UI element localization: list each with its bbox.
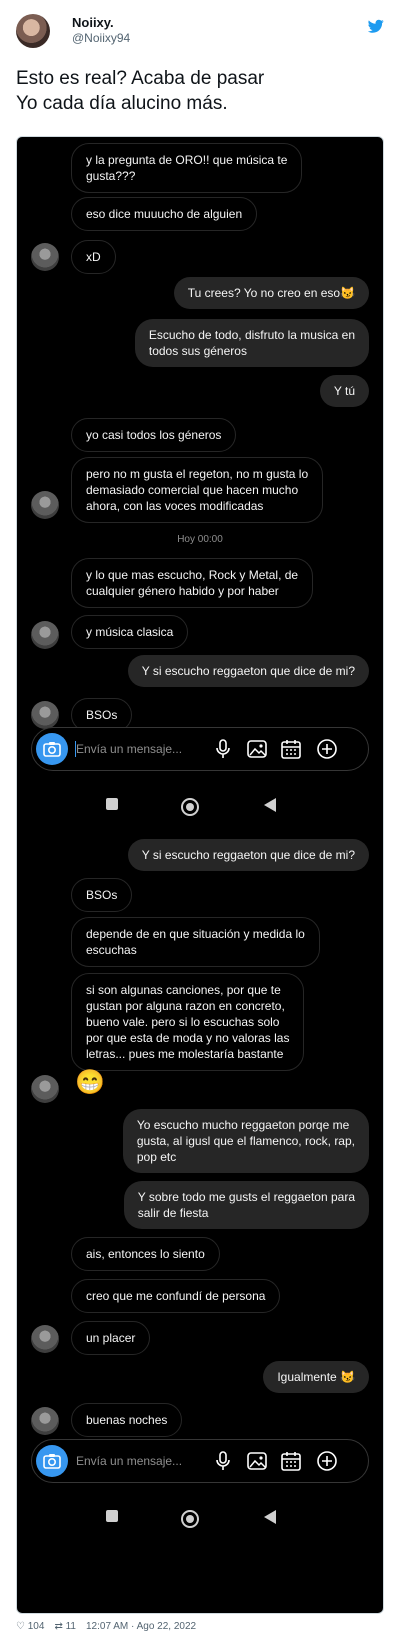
message-bubble: Y sobre todo me gusts el reggaeton para … xyxy=(123,1181,369,1229)
home-icon[interactable] xyxy=(180,1509,200,1529)
tweet-text-line: Yo cada día alucino más. xyxy=(16,93,228,114)
android-navbar xyxy=(17,787,383,827)
back-icon[interactable] xyxy=(263,1509,277,1525)
sender-avatar xyxy=(31,1325,59,1353)
sender-avatar xyxy=(31,621,59,649)
message-composer[interactable]: Envía un mensaje... xyxy=(31,1439,369,1483)
message-bubble: ais, entonces lo siento xyxy=(71,1237,220,1271)
dm-screenshot[interactable]: y la pregunta de ORO!! que música te gus… xyxy=(16,136,384,1614)
calendar-icon[interactable] xyxy=(280,1450,302,1472)
recent-apps-icon[interactable] xyxy=(105,797,119,811)
message-bubble: y lo que mas escucho, Rock y Metal, de c… xyxy=(71,558,314,608)
message-bubble: Yo escucho mucho reggaeton porqe me gust… xyxy=(122,1109,369,1173)
message-bubble: creo que me confundí de persona xyxy=(71,1279,281,1313)
message-bubble: un placer xyxy=(71,1321,151,1355)
author-name[interactable]: Noiixy. xyxy=(72,15,114,30)
add-icon[interactable] xyxy=(316,738,338,760)
tweet-timestamp[interactable]: 12:07 AM · Ago 22, 2022 xyxy=(86,1621,196,1632)
message-bubble: y música clasica xyxy=(71,615,189,649)
message-bubble: BSOs xyxy=(71,878,133,912)
message-bubble: yo casi todos los géneros xyxy=(71,418,237,452)
sender-avatar xyxy=(31,701,59,729)
sender-avatar xyxy=(31,1075,59,1103)
calendar-icon[interactable] xyxy=(280,738,302,760)
like-count: 104 xyxy=(27,1621,45,1632)
microphone-icon[interactable] xyxy=(212,1450,234,1472)
author-avatar[interactable] xyxy=(16,14,50,48)
message-bubble: pero no m gusta el regeton, no m gusta l… xyxy=(71,457,324,523)
microphone-icon[interactable] xyxy=(212,738,234,760)
android-navbar xyxy=(17,1499,383,1539)
message-bubble: Igualmente 😼 xyxy=(263,1361,369,1393)
message-bubble: si son algunas canciones, por que te gus… xyxy=(71,973,305,1071)
message-bubble: xD xyxy=(71,240,116,274)
camera-icon xyxy=(43,1454,61,1469)
message-bubble: Y tú xyxy=(319,375,369,407)
camera-button[interactable] xyxy=(36,733,68,765)
retweet-button[interactable]: ⇄ 11 xyxy=(54,1621,76,1632)
back-icon[interactable] xyxy=(263,797,277,813)
sender-avatar xyxy=(31,243,59,271)
message-bubble: depende de en que situación y medida lo … xyxy=(71,917,320,967)
message-bubble: Tu crees? Yo no creo en eso😼 xyxy=(173,277,369,309)
sender-avatar xyxy=(31,1407,59,1435)
author-handle[interactable]: @Noiixy94 xyxy=(72,31,130,45)
retweet-count: 11 xyxy=(65,1621,76,1632)
tweet-text: Esto es real? Acaba de pasar Yo cada día… xyxy=(16,66,384,116)
message-input[interactable]: Envía un mensaje... xyxy=(76,1454,182,1468)
dm-screen-1: y la pregunta de ORO!! que música te gus… xyxy=(17,137,383,835)
like-button[interactable]: ♡ 104 xyxy=(16,1621,44,1632)
dm-screen-2: Y si escucho reggaeton que dice de mi? B… xyxy=(17,835,383,1613)
message-bubble: y la pregunta de ORO!! que música te gus… xyxy=(71,143,303,193)
emoji-message: 😁 xyxy=(75,1069,105,1096)
twitter-bird-icon xyxy=(368,19,384,33)
sender-avatar xyxy=(31,491,59,519)
message-composer[interactable]: Envía un mensaje... xyxy=(31,727,369,771)
recent-apps-icon[interactable] xyxy=(105,1509,119,1523)
message-input[interactable]: Envía un mensaje... xyxy=(76,742,182,756)
tweet-text-line: Esto es real? Acaba de pasar xyxy=(16,68,265,89)
gallery-icon[interactable] xyxy=(246,738,268,760)
message-bubble: Y si escucho reggaeton que dice de mi? xyxy=(127,655,369,687)
home-icon[interactable] xyxy=(180,797,200,817)
add-icon[interactable] xyxy=(316,1450,338,1472)
camera-button[interactable] xyxy=(36,1445,68,1477)
message-bubble: Escucho de todo, disfruto la musica en t… xyxy=(134,319,369,367)
message-bubble: Y si escucho reggaeton que dice de mi? xyxy=(127,839,369,871)
message-bubble: eso dice muuucho de alguien xyxy=(71,197,258,231)
gallery-icon[interactable] xyxy=(246,1450,268,1472)
camera-icon xyxy=(43,742,61,757)
message-bubble: buenas noches xyxy=(71,1403,183,1437)
message-timestamp: Hoy 00:00 xyxy=(177,534,223,545)
tweet-header: Noiixy. @Noiixy94 xyxy=(16,14,384,50)
tweet-footer: ♡ 104 ⇄ 11 12:07 AM · Ago 22, 2022 xyxy=(16,1621,196,1632)
